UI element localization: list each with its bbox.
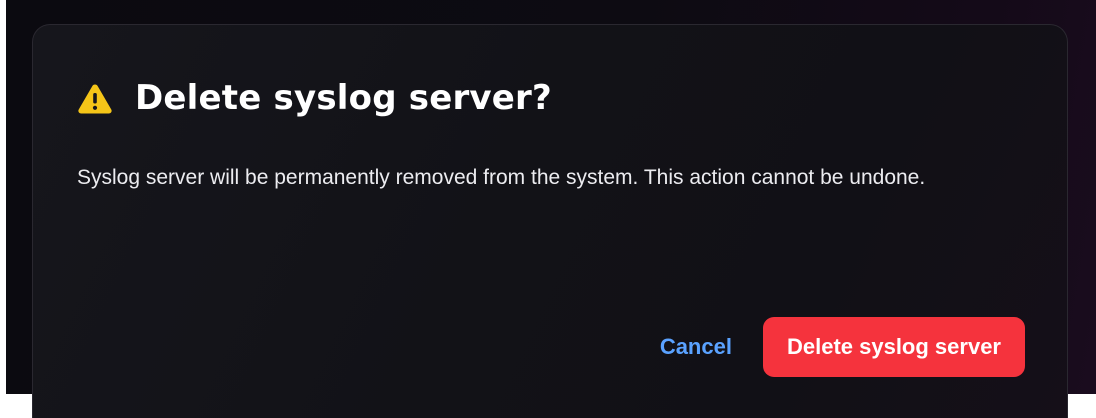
dialog-message: Syslog server will be permanently remove…	[77, 166, 926, 189]
dialog-title: Delete syslog server?	[135, 78, 552, 118]
delete-confirmation-dialog: Delete syslog server? Syslog server will…	[32, 24, 1068, 418]
dialog-header: Delete syslog server?	[77, 73, 552, 123]
dialog-actions: Cancel Delete syslog server	[660, 317, 1025, 377]
cancel-button[interactable]: Cancel	[660, 334, 732, 360]
warning-triangle-icon	[78, 84, 112, 114]
delete-syslog-server-button[interactable]: Delete syslog server	[762, 317, 1025, 377]
